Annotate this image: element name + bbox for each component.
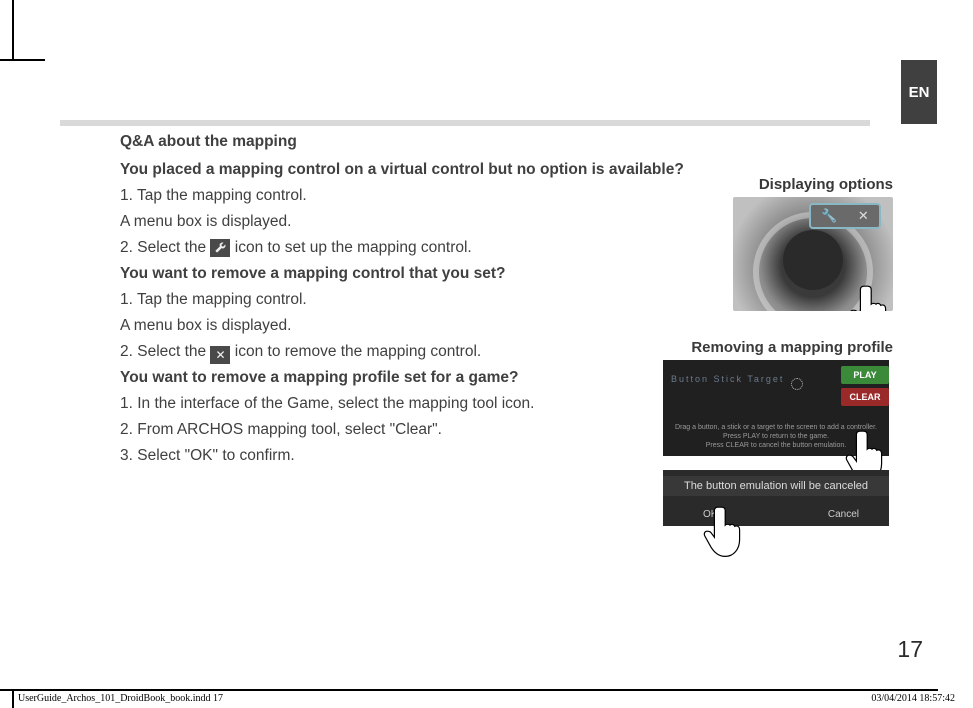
footer-timestamp: 03/04/2014 18:57:42: [871, 693, 955, 704]
crop-mark: [0, 59, 45, 61]
qa-heading: Q&A about the mapping: [120, 130, 700, 154]
q3-step3: 3. Select "OK" to confirm.: [120, 444, 700, 468]
figure1-caption: Displaying options: [663, 176, 893, 193]
q1-step1b: A menu box is displayed.: [120, 210, 700, 234]
figure2-caption: Removing a mapping profile: [663, 339, 893, 356]
question-2: You want to remove a mapping control tha…: [120, 262, 700, 286]
text: 2. Select the: [120, 239, 210, 256]
q1-step2: 2. Select the icon to set up the mapping…: [120, 236, 700, 260]
text: icon to remove the mapping control.: [230, 343, 481, 360]
footer-filename: UserGuide_Archos_101_DroidBook_book.indd…: [18, 693, 223, 704]
question-1: You placed a mapping control on a virtua…: [120, 158, 700, 182]
figure-confirm-dialog: The button emulation will be canceled OK…: [663, 470, 889, 526]
q3-step1: 1. In the interface of the Game, select …: [120, 392, 700, 416]
crop-mark: [12, 0, 14, 61]
gear-icon: [791, 378, 803, 390]
figure-mapping-tool: Button Stick Target PLAY CLEAR Drag a bu…: [663, 360, 889, 456]
q1-step1: 1. Tap the mapping control.: [120, 184, 700, 208]
q3-step2: 2. From ARCHOS mapping tool, select "Cle…: [120, 418, 700, 442]
page-number: 17: [897, 636, 923, 663]
wrench-icon: [210, 239, 230, 257]
crop-mark: [12, 690, 14, 708]
close-icon: ✕: [858, 208, 869, 224]
q2-step2: 2. Select the ✕ icon to remove the mappi…: [120, 340, 700, 364]
hand-pointer-icon: [697, 500, 751, 560]
q2-step1: 1. Tap the mapping control.: [120, 288, 700, 312]
cancel-button[interactable]: Cancel: [828, 509, 859, 520]
figures-column: Displaying options 🔧 ✕ Removing a mappin…: [663, 176, 893, 526]
text: icon to set up the mapping control.: [230, 239, 471, 256]
text: 2. Select the: [120, 343, 210, 360]
page: EN Q&A about the mapping You placed a ma…: [0, 0, 973, 708]
language-tab: EN: [901, 60, 937, 124]
clear-button[interactable]: CLEAR: [841, 388, 889, 406]
wrench-icon: 🔧: [821, 208, 837, 224]
dialog-message: The button emulation will be canceled: [663, 476, 889, 496]
q2-step1b: A menu box is displayed.: [120, 314, 700, 338]
crop-mark: [0, 689, 938, 691]
figure-displaying-options: 🔧 ✕: [733, 197, 893, 311]
section-rule: [60, 120, 870, 126]
close-icon: ✕: [210, 346, 230, 364]
joystick-thumb: [783, 230, 843, 290]
question-3: You want to remove a mapping profile set…: [120, 366, 700, 390]
play-button[interactable]: PLAY: [841, 366, 889, 384]
mapping-row-labels: Button Stick Target: [671, 374, 784, 384]
hand-pointer-icon: [843, 279, 893, 311]
body-text: Q&A about the mapping You placed a mappi…: [120, 130, 700, 470]
options-popup: 🔧 ✕: [809, 203, 881, 229]
